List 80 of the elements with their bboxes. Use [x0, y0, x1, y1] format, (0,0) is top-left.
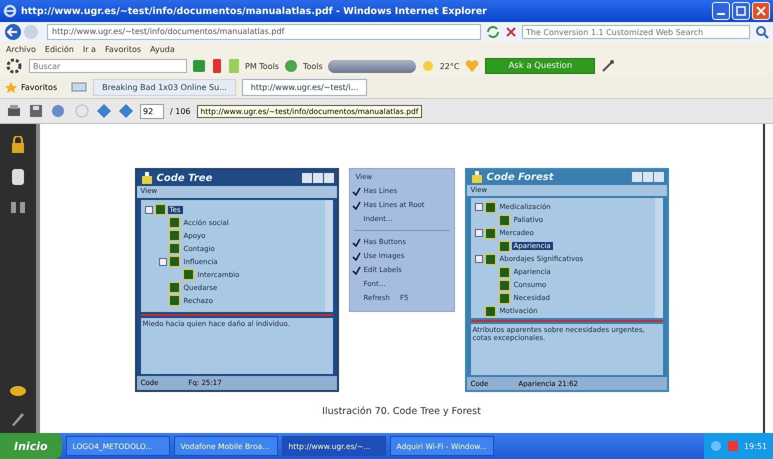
refresh-icon[interactable] — [486, 26, 500, 38]
maximize-button[interactable] — [732, 2, 750, 20]
code-icon — [168, 282, 180, 293]
code-icon — [154, 204, 166, 215]
code-icon — [168, 295, 180, 306]
code-icon — [168, 230, 180, 241]
save-icon[interactable] — [28, 103, 44, 119]
phone-icon[interactable] — [211, 58, 223, 74]
search-field[interactable]: The Conversion 1.1 Customized Web Search — [522, 25, 750, 39]
stop-icon[interactable] — [505, 26, 517, 38]
comment-icon[interactable] — [9, 385, 27, 397]
menu-item[interactable]: Favoritos — [104, 44, 142, 54]
code-icon — [498, 280, 510, 291]
close-icon — [756, 6, 766, 16]
code-icon — [168, 243, 180, 254]
search-icon[interactable] — [755, 25, 769, 39]
pen-icon[interactable] — [10, 411, 26, 427]
code-icon — [484, 202, 496, 213]
globe-icon[interactable] — [284, 59, 298, 73]
pm-tools-label[interactable]: PM Tools — [245, 62, 279, 70]
temperature-label: 22°C — [440, 62, 460, 70]
expander-icon[interactable] — [158, 258, 166, 266]
lock-icon[interactable] — [10, 136, 26, 154]
gear-icon[interactable] — [4, 57, 24, 75]
code-icon — [498, 214, 510, 226]
scrollbar[interactable] — [324, 200, 332, 312]
app-icon — [470, 170, 484, 184]
code-icon — [182, 269, 194, 280]
page-count: / 106 — [170, 106, 191, 116]
star-icon — [4, 81, 18, 93]
expander-icon[interactable] — [474, 255, 482, 264]
clock: 19:51 — [744, 442, 767, 450]
square-icon[interactable] — [192, 59, 206, 73]
figure-caption: Ilustración 70. Code Tree y Forest — [322, 406, 481, 417]
menu-item[interactable]: Edición — [44, 44, 74, 54]
scrollbar[interactable] — [763, 124, 773, 433]
code-icon — [484, 228, 496, 239]
maximize-icon — [736, 6, 746, 16]
window-buttons[interactable] — [632, 172, 664, 182]
window-buttons[interactable] — [302, 173, 334, 183]
tools-label[interactable]: Tools — [302, 62, 323, 70]
minimize-button[interactable] — [712, 2, 730, 20]
toolbar-search-field[interactable]: Buscar — [29, 59, 187, 73]
code-icon — [484, 254, 496, 265]
code-icon — [498, 266, 510, 278]
minimize-icon — [717, 13, 725, 15]
media-player-bar[interactable] — [328, 60, 416, 72]
menu-item[interactable]: Ir a — [82, 44, 96, 54]
code-icon — [168, 256, 180, 267]
app-icon — [140, 171, 154, 185]
browser-tab[interactable]: Breaking Bad 1x03 Online Su... — [93, 78, 236, 96]
close-button[interactable] — [752, 2, 770, 20]
code-icon — [498, 240, 510, 252]
print-icon[interactable] — [6, 103, 22, 119]
browser-icon — [3, 4, 17, 18]
page-icon[interactable] — [11, 168, 25, 186]
window-title: Code Tree — [156, 172, 214, 184]
scrollbar[interactable] — [654, 198, 662, 318]
page-number-field[interactable]: 92 — [140, 104, 164, 118]
code-icon — [484, 306, 496, 317]
expander-icon[interactable] — [474, 229, 482, 238]
window-title: Code Forest — [486, 172, 555, 183]
wrench-icon[interactable] — [600, 59, 616, 73]
binoculars-icon[interactable] — [10, 200, 26, 214]
favorites-button[interactable]: Favoritos — [4, 81, 58, 93]
code-icon — [168, 217, 180, 228]
menu-item[interactable]: Archivo — [6, 44, 36, 54]
browser-tab[interactable]: http://www.ugr.es/~test/i... — [242, 78, 368, 96]
ask-question-button[interactable]: Ask a Question — [485, 58, 596, 74]
grid-icon[interactable] — [71, 81, 88, 93]
start-button[interactable]: Inicio — [0, 433, 62, 459]
previous-page-icon[interactable] — [96, 103, 112, 119]
expander-icon[interactable] — [144, 206, 152, 214]
next-page-icon[interactable] — [118, 103, 134, 119]
address-field[interactable]: http://www.ugr.es/~test/info/documentos/manualatlas.pdf — [47, 24, 481, 40]
window-title: http://www.ugr.es/~test/info/documentos/manualatlas.pdf - Windows Internet Explorer — [21, 6, 488, 16]
sun-icon — [420, 59, 435, 73]
menu-item[interactable]: Ayuda — [150, 44, 175, 54]
code-icon — [498, 292, 510, 304]
expander-icon[interactable] — [474, 203, 482, 212]
